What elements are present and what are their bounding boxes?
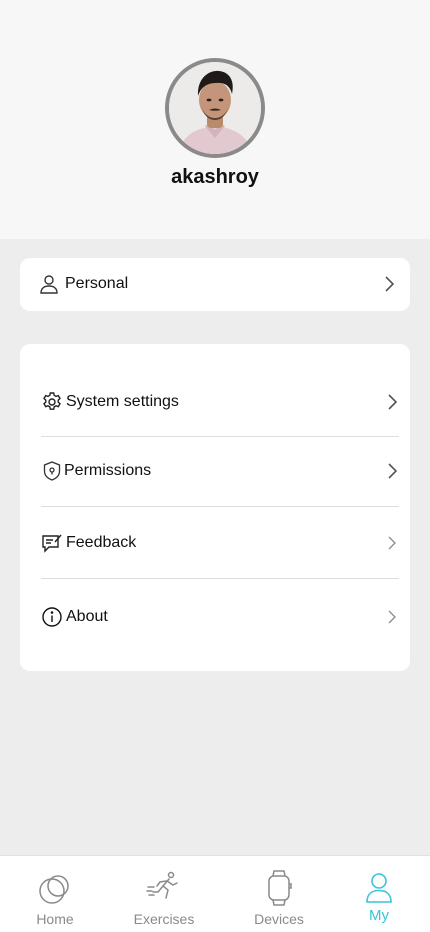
tab-my[interactable]: My <box>349 856 409 932</box>
menu-item-personal[interactable]: Personal <box>38 264 396 304</box>
person-outline-icon <box>38 273 60 295</box>
menu-item-label: About <box>66 608 108 625</box>
menu-item-feedback[interactable]: Feedback <box>41 523 399 563</box>
personal-card: Personal <box>20 258 410 311</box>
menu-item-about[interactable]: About <box>41 597 399 637</box>
feedback-icon <box>41 532 63 554</box>
runner-icon <box>146 866 182 906</box>
menu-item-label: System settings <box>66 393 179 410</box>
tab-home[interactable]: Home <box>20 856 90 932</box>
username: akashroy <box>171 166 259 188</box>
chevron-right-icon <box>385 533 399 553</box>
avatar-photo <box>169 62 261 154</box>
divider <box>41 506 399 507</box>
rings-icon <box>38 866 72 906</box>
gear-icon <box>41 391 63 413</box>
bottom-tab-bar: Home Exercises Devices My <box>0 855 430 932</box>
profile-screen: akashroy Personal System settings Permis… <box>0 0 430 932</box>
tab-exercises[interactable]: Exercises <box>124 856 204 932</box>
menu-item-label: Permissions <box>64 462 152 479</box>
menu-item-system-settings[interactable]: System settings <box>41 382 399 422</box>
tab-label: My <box>369 907 389 924</box>
tab-devices[interactable]: Devices <box>243 856 315 932</box>
menu-item-label: Feedback <box>66 534 137 551</box>
person-icon <box>364 864 394 904</box>
profile-header: akashroy <box>0 0 430 239</box>
chevron-right-icon <box>382 274 396 294</box>
tab-label: Home <box>36 911 74 927</box>
tab-label: Devices <box>254 911 304 927</box>
watch-icon <box>266 866 292 906</box>
menu-item-permissions[interactable]: Permissions <box>41 451 399 491</box>
chevron-right-icon <box>385 461 399 481</box>
divider <box>41 436 399 437</box>
chevron-right-icon <box>385 392 399 412</box>
info-icon <box>41 606 63 628</box>
shield-icon <box>41 460 63 482</box>
divider <box>41 578 399 579</box>
settings-card: System settings Permissions Feedback Abo… <box>20 344 410 671</box>
chevron-right-icon <box>385 607 399 627</box>
avatar[interactable] <box>165 58 265 158</box>
tab-label: Exercises <box>133 911 195 927</box>
menu-item-label: Personal <box>65 275 129 292</box>
